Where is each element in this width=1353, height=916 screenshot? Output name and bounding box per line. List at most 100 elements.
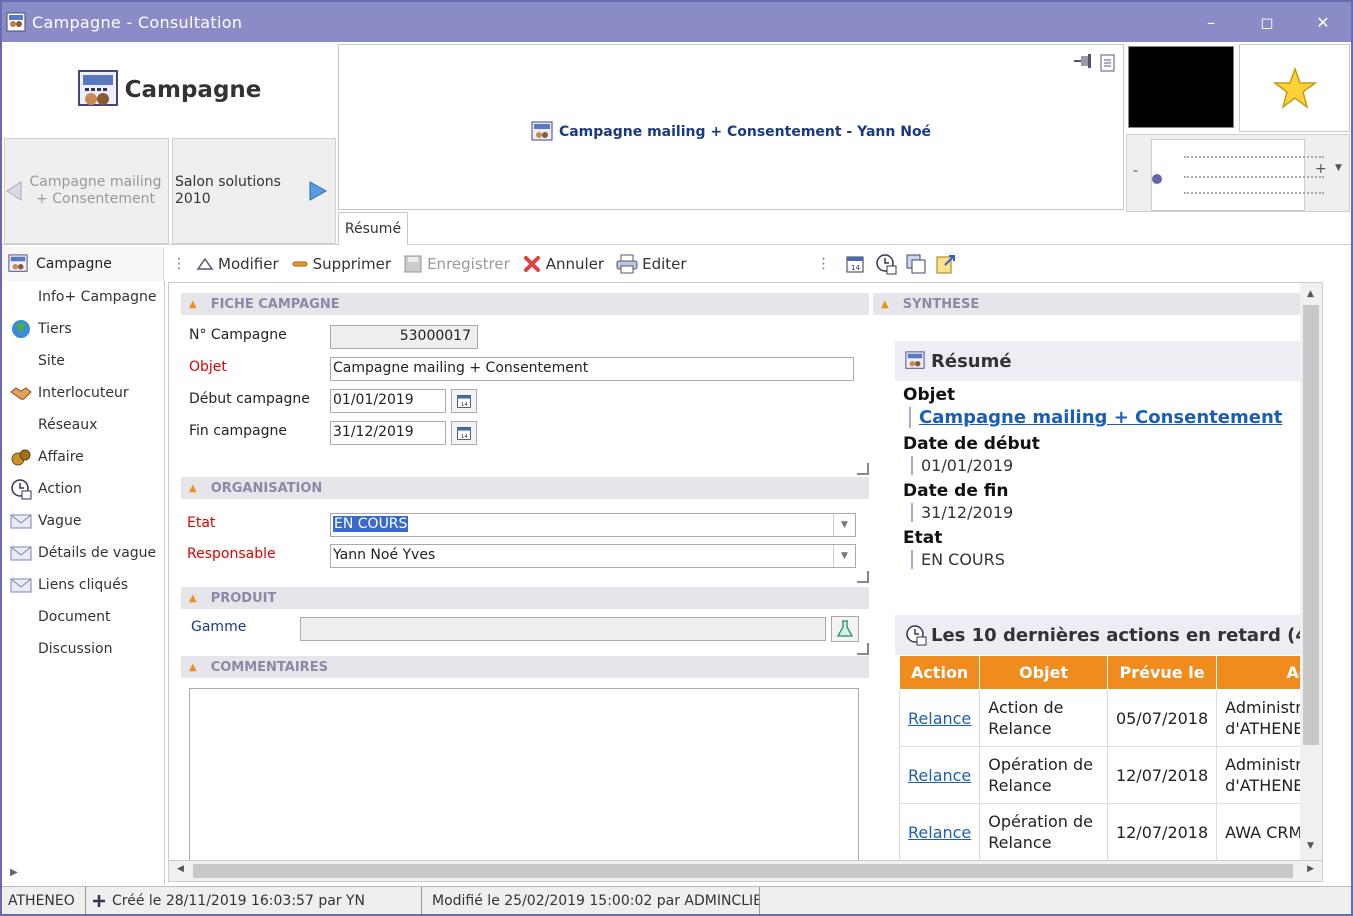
zoom-minus-button[interactable]: - (1133, 163, 1138, 179)
zoom-slider[interactable]: - + ▼ (1126, 134, 1350, 212)
scroll-up-icon[interactable]: ▲ (1307, 289, 1314, 299)
title-bar[interactable]: Campagne - Consultation – ◻ ✕ (2, 2, 1351, 42)
resize-handle[interactable] (857, 463, 869, 475)
debut-calendar-button[interactable]: 14 (451, 389, 477, 413)
commentaires-section: ▲ COMMENTAIRES (181, 656, 869, 861)
resume-debut-label: Date de début (903, 434, 1040, 454)
campagne-small-icon (8, 254, 28, 272)
context-label: Campagne (2, 247, 164, 281)
clock-calendar-icon[interactable] (875, 253, 897, 275)
favorite-button[interactable] (1239, 44, 1350, 132)
tab-resume[interactable]: Résumé (338, 212, 408, 245)
fin-campagne-field[interactable]: 31/12/2019 (330, 421, 446, 445)
previous-record-button[interactable]: Campagne mailing + Consentement (4, 138, 169, 244)
etat-select[interactable]: EN COURS ▼ (330, 513, 856, 537)
gamme-lookup-button[interactable] (831, 616, 859, 642)
vertical-scrollbar[interactable]: ▲ ▼ (1300, 283, 1322, 861)
section-title: FICHE CAMPAGNE (210, 296, 340, 312)
fiche-campagne-section: ▲ FICHE CAMPAGNE N° Campagne 53000017 Obj… (181, 293, 869, 477)
section-header[interactable]: ▲ COMMENTAIRES (181, 656, 869, 678)
objet-cell-line1: Opération de (988, 755, 1093, 774)
document-icon[interactable] (1099, 53, 1117, 73)
enregistrer-button[interactable]: Enregistrer (403, 254, 510, 274)
slider-track[interactable] (1151, 139, 1324, 211)
status-created: Créé le 28/11/2019 16:03:57 par YN (86, 886, 422, 914)
resume-objet-link[interactable]: Campagne mailing + Consentement (909, 407, 1322, 428)
sidebar-item-label: Document (38, 609, 111, 625)
section-header[interactable]: ▲ PRODUIT (181, 587, 869, 609)
sidebar-item-label: Interlocuteur (38, 385, 129, 401)
section-header[interactable]: ▲ ORGANISATION (181, 477, 869, 499)
chevron-down-icon[interactable]: ▼ (833, 514, 855, 536)
editer-button[interactable]: Editer (616, 254, 687, 274)
sidebar-item-label: Liens cliqués (38, 577, 129, 593)
column-header[interactable]: Prévue le (1106, 655, 1218, 690)
responsable-select[interactable]: Yann Noé Yves ▼ (330, 544, 856, 568)
sidebar-item-action[interactable]: Action (2, 473, 164, 505)
gamme-field[interactable] (300, 617, 826, 641)
sidebar-item-site[interactable]: Site (2, 345, 164, 377)
campagne-small-icon (531, 121, 553, 141)
sidebar-item-liens-cliques[interactable]: Liens cliqués (2, 569, 164, 601)
slider-knob[interactable] (1152, 174, 1162, 184)
resume-debut-value: 01/01/2019 (911, 456, 1322, 475)
commentaires-textarea[interactable] (189, 688, 859, 861)
objet-field[interactable]: Campagne mailing + Consentement (330, 357, 854, 381)
objet-cell-line2: Relance (988, 719, 1052, 738)
annuler-button[interactable]: Annuler (522, 254, 604, 274)
debut-campagne-field[interactable]: 01/01/2019 (330, 389, 446, 413)
scroll-thumb[interactable] (1303, 305, 1319, 745)
svg-text:14: 14 (851, 264, 860, 272)
copy-icon[interactable] (905, 253, 927, 275)
action-link[interactable]: Relance (908, 823, 971, 842)
num-campagne-field[interactable]: 53000017 (330, 325, 478, 349)
resize-handle[interactable] (857, 571, 869, 583)
objet-cell-line2: Relance (988, 833, 1052, 852)
next-record-button[interactable]: Salon solutions 2010 (172, 138, 336, 244)
section-header[interactable]: ▲ FICHE CAMPAGNE (181, 293, 869, 315)
column-header[interactable]: Objet (979, 655, 1108, 690)
objet-cell-line2: Relance (988, 776, 1052, 795)
sidebar-item-affaire[interactable]: Affaire (2, 441, 164, 473)
sidebar-item-reseaux[interactable]: Réseaux (2, 409, 164, 441)
calendar-icon[interactable]: 14 (845, 254, 865, 274)
sidebar-item-vague[interactable]: Vague (2, 505, 164, 537)
scroll-thumb[interactable] (193, 864, 1293, 878)
sidebar-item-info-campagne[interactable]: Info+ Campagne (2, 281, 164, 313)
status-modified: Modifié le 25/02/2019 15:00:02 par ADMIN… (422, 886, 760, 914)
supprimer-button[interactable]: Supprimer (291, 255, 391, 273)
resize-handle[interactable] (857, 643, 869, 655)
zoom-plus-button[interactable]: + (1315, 161, 1327, 177)
status-company: ATHENEO (2, 886, 86, 914)
scroll-left-icon[interactable]: ◀ (177, 864, 184, 874)
toolbar-grip-2: ⋮ (816, 256, 831, 272)
scroll-right-icon[interactable]: ▶ (1307, 864, 1314, 874)
section-title: ORGANISATION (210, 480, 323, 496)
export-icon[interactable] (935, 253, 957, 275)
fin-calendar-button[interactable]: 14 (451, 421, 477, 445)
chevron-down-icon[interactable]: ▼ (833, 545, 855, 567)
svg-text:14: 14 (461, 402, 469, 408)
column-header[interactable]: Action (898, 655, 981, 690)
maximize-button[interactable]: ◻ (1239, 2, 1295, 42)
section-header[interactable]: ▲ SYNTHESE (873, 293, 1319, 315)
minimize-button[interactable]: – (1183, 2, 1239, 42)
chevron-down-icon[interactable]: ▼ (1335, 163, 1342, 173)
table-row[interactable]: Relance Opération de Relance 12/07/2018 A… (898, 746, 1322, 804)
pin-icon[interactable] (1073, 53, 1093, 69)
section-title: SYNTHESE (902, 296, 980, 312)
sidebar-item-discussion[interactable]: Discussion (2, 633, 164, 665)
horizontal-scrollbar[interactable]: ◀ ▶ (168, 860, 1323, 882)
scroll-down-icon[interactable]: ▼ (1307, 841, 1314, 851)
expand-arrow-icon[interactable]: ▶ (10, 867, 18, 878)
sidebar-item-document[interactable]: Document (2, 601, 164, 633)
table-row[interactable]: Relance Action de Relance 05/07/2018 Admi… (898, 689, 1322, 747)
sidebar-item-details-vague[interactable]: Détails de vague (2, 537, 164, 569)
modifier-button[interactable]: Modifier (196, 255, 279, 273)
sidebar-item-tiers[interactable]: Tiers (2, 313, 164, 345)
close-button[interactable]: ✕ (1295, 2, 1351, 42)
action-link[interactable]: Relance (908, 709, 971, 728)
sidebar-item-interlocuteur[interactable]: Interlocuteur (2, 377, 164, 409)
table-row[interactable]: Relance Opération de Relance 12/07/2018 A… (898, 803, 1322, 861)
action-link[interactable]: Relance (908, 766, 971, 785)
